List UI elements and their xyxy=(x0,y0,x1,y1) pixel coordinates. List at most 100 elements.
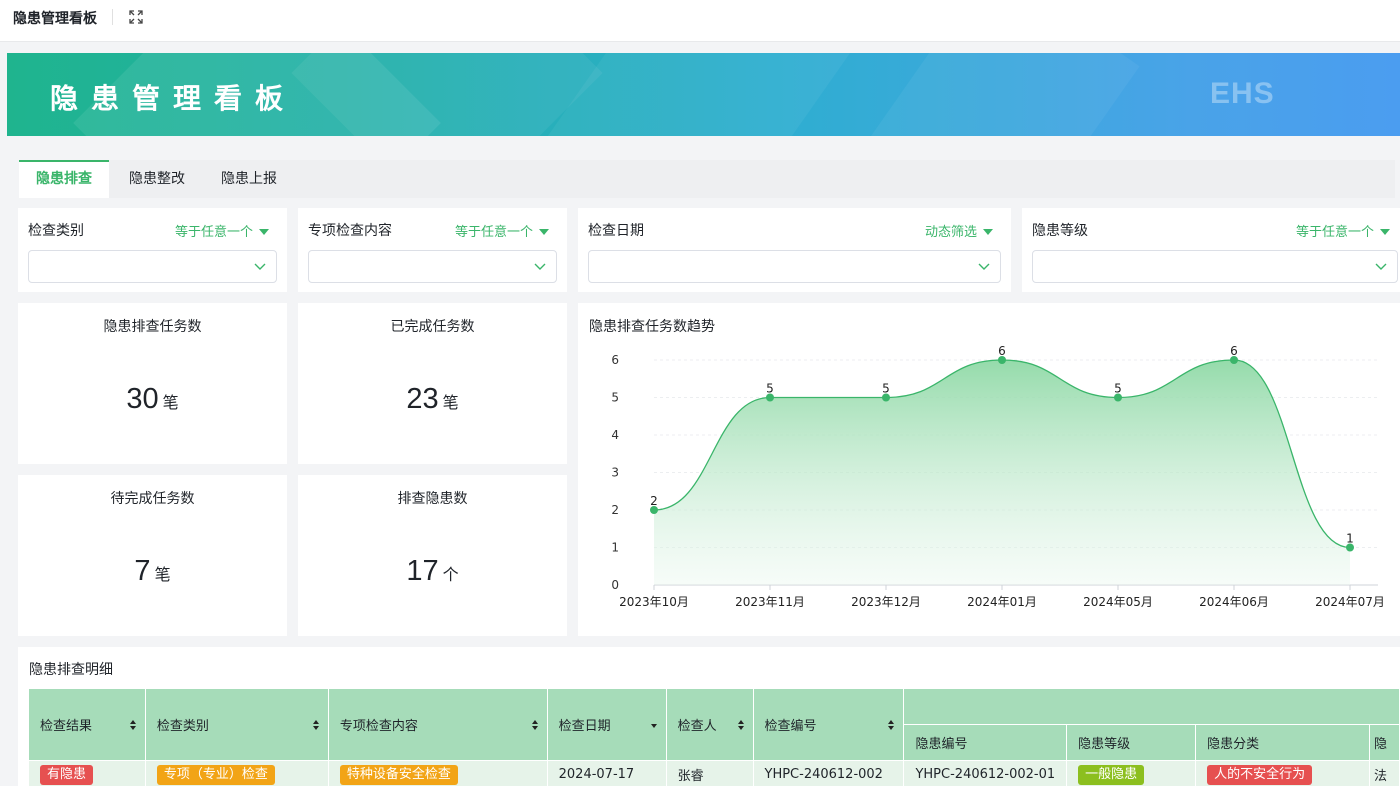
column-header-extra[interactable]: 隐 xyxy=(1368,724,1400,761)
column-header-hazard-no[interactable]: 隐患编号 xyxy=(903,724,1068,761)
column-header-inspector[interactable]: 检查人 xyxy=(665,688,754,761)
kpi-unit: 笔 xyxy=(162,393,179,412)
caret-down-icon xyxy=(539,228,549,235)
filter-special-content: 专项检查内容 等于任意一个 xyxy=(298,208,567,292)
trend-chart-card: 隐患排查任务数趋势 0 1 2 3 4 5 6 2023年10月 2023年11月 2023年12… xyxy=(578,303,1400,636)
filter-label: 隐患等级 xyxy=(1032,223,1088,239)
sort-desc-icon[interactable] xyxy=(650,719,658,731)
y-tick-label: 0 xyxy=(611,578,619,592)
filter-select[interactable] xyxy=(28,250,277,283)
chevron-down-icon xyxy=(254,263,266,270)
date-cell: 2024-07-17 xyxy=(546,760,667,786)
top-bar: 隐患管理看板 xyxy=(0,0,1400,42)
kpi-label: 待完成任务数 xyxy=(110,491,195,507)
chevron-down-icon xyxy=(534,263,546,270)
inspector-cell: 张睿 xyxy=(665,760,754,786)
column-header-hazard-class[interactable]: 隐患分类 xyxy=(1195,724,1370,761)
data-label: 6 xyxy=(1230,344,1238,358)
kpi-unit: 笔 xyxy=(442,393,459,412)
column-header-hazard-level[interactable]: 隐患等级 xyxy=(1066,724,1197,761)
series-area xyxy=(654,360,1350,585)
filter-label: 检查日期 xyxy=(588,223,644,239)
filter-operator[interactable]: 等于任意一个 xyxy=(1296,221,1390,240)
kpi-value: 7 xyxy=(134,555,151,587)
kpi-value: 30 xyxy=(126,383,159,415)
sort-icon[interactable] xyxy=(531,719,539,731)
kpi-unit: 个 xyxy=(442,565,459,584)
page-title: 隐患管理看板 xyxy=(13,11,97,27)
x-tick-label: 2023年11月 xyxy=(735,595,805,609)
x-tick-label: 2023年10月 xyxy=(619,595,689,609)
x-tick-label: 2023年12月 xyxy=(851,595,921,609)
column-header-check-no[interactable]: 检查编号 xyxy=(752,688,905,761)
data-label: 5 xyxy=(1114,382,1122,396)
chevron-down-icon xyxy=(978,263,990,270)
y-tick-label: 6 xyxy=(611,353,619,367)
tab-hazard-rectification[interactable]: 隐患整改 xyxy=(112,160,202,198)
hazard-no-cell: YHPC-240612-002-01 xyxy=(903,760,1068,786)
filter-operator[interactable]: 等于任意一个 xyxy=(175,221,269,240)
sort-icon[interactable] xyxy=(312,719,320,731)
result-tag: 有隐患 xyxy=(40,764,94,785)
check-no-cell: YHPC-240612-002 xyxy=(752,760,905,786)
chevron-down-icon xyxy=(1375,263,1387,270)
filter-select[interactable] xyxy=(308,250,557,283)
data-label: 1 xyxy=(1346,532,1354,546)
category-tag: 专项（专业）检查 xyxy=(156,764,275,785)
column-header-date[interactable]: 检查日期 xyxy=(546,688,667,761)
x-tick-label: 2024年07月 xyxy=(1315,595,1385,609)
expand-icon[interactable] xyxy=(128,9,144,25)
x-tick-label: 2024年05月 xyxy=(1083,595,1153,609)
tab-hazard-report[interactable]: 隐患上报 xyxy=(204,160,294,198)
sort-icon[interactable] xyxy=(737,719,745,731)
sort-icon[interactable] xyxy=(129,719,137,731)
y-tick-label: 2 xyxy=(611,503,619,517)
caret-down-icon xyxy=(1380,228,1390,235)
kpi-label: 排查隐患数 xyxy=(397,491,468,507)
filter-select[interactable] xyxy=(1032,250,1398,283)
kpi-unit: 笔 xyxy=(154,565,171,584)
x-tick-label: 2024年06月 xyxy=(1199,595,1269,609)
kpi-pending-tasks: 待完成任务数 7笔 xyxy=(18,475,287,636)
detail-table: 检查结果 检查类别 专项检查内容 检查日期 检查人 检查编号 隐患编号 隐患等级… xyxy=(28,688,1400,786)
kpi-value: 17 xyxy=(406,555,439,587)
detail-title: 隐患排查明细 xyxy=(29,662,113,678)
y-tick-label: 1 xyxy=(611,541,619,555)
kpi-total-tasks: 隐患排查任务数 30 笔 xyxy=(18,303,287,464)
x-tick-label: 2024年01月 xyxy=(967,595,1037,609)
filter-hazard-level: 隐患等级 等于任意一个 xyxy=(1022,208,1400,292)
filter-check-date: 检查日期 动态筛选 xyxy=(578,208,1011,292)
data-label: 5 xyxy=(882,382,890,396)
caret-down-icon xyxy=(983,228,993,235)
column-header-result[interactable]: 检查结果 xyxy=(28,688,146,761)
kpi-label: 隐患排查任务数 xyxy=(103,319,202,335)
column-group-header xyxy=(903,688,1400,725)
data-label: 2 xyxy=(650,494,658,508)
filter-label: 检查类别 xyxy=(28,223,84,239)
ehs-badge: EHS xyxy=(1210,77,1275,110)
divider xyxy=(112,9,113,25)
y-tick-label: 3 xyxy=(611,466,619,480)
column-header-content[interactable]: 专项检查内容 xyxy=(327,688,548,761)
table-row[interactable]: 有隐患 专项（专业）检查 特种设备安全检查 2024-07-17 张睿 YHPC… xyxy=(28,760,1400,786)
kpi-value: 23 xyxy=(406,383,439,415)
banner-title: 隐患管理看板 xyxy=(50,82,297,115)
tab-hazard-inspection[interactable]: 隐患排查 xyxy=(19,160,109,198)
filter-operator[interactable]: 等于任意一个 xyxy=(455,221,549,240)
level-tag: 一般隐患 xyxy=(1078,764,1145,785)
y-tick-label: 5 xyxy=(611,391,619,405)
y-tick-label: 4 xyxy=(611,428,619,442)
content-tag: 特种设备安全检查 xyxy=(339,764,458,785)
filter-operator[interactable]: 动态筛选 xyxy=(925,221,993,240)
filter-check-category: 检查类别 等于任意一个 xyxy=(18,208,287,292)
dashboard-banner: 隐患管理看板 EHS xyxy=(7,53,1400,136)
detail-card: 隐患排查明细 检查结果 检查类别 专项检查内容 检查日期 检查人 检查编号 隐患… xyxy=(18,647,1400,786)
kpi-label: 已完成任务数 xyxy=(390,319,475,335)
tab-bar: 隐患排查 隐患整改 隐患上报 xyxy=(19,160,1395,198)
sort-icon[interactable] xyxy=(887,719,895,731)
kpi-hazard-count: 排查隐患数 17 个 xyxy=(298,475,567,636)
filter-select[interactable] xyxy=(588,250,1001,283)
data-label: 5 xyxy=(766,382,774,396)
column-header-category[interactable]: 检查类别 xyxy=(144,688,329,761)
filter-label: 专项检查内容 xyxy=(308,223,392,239)
